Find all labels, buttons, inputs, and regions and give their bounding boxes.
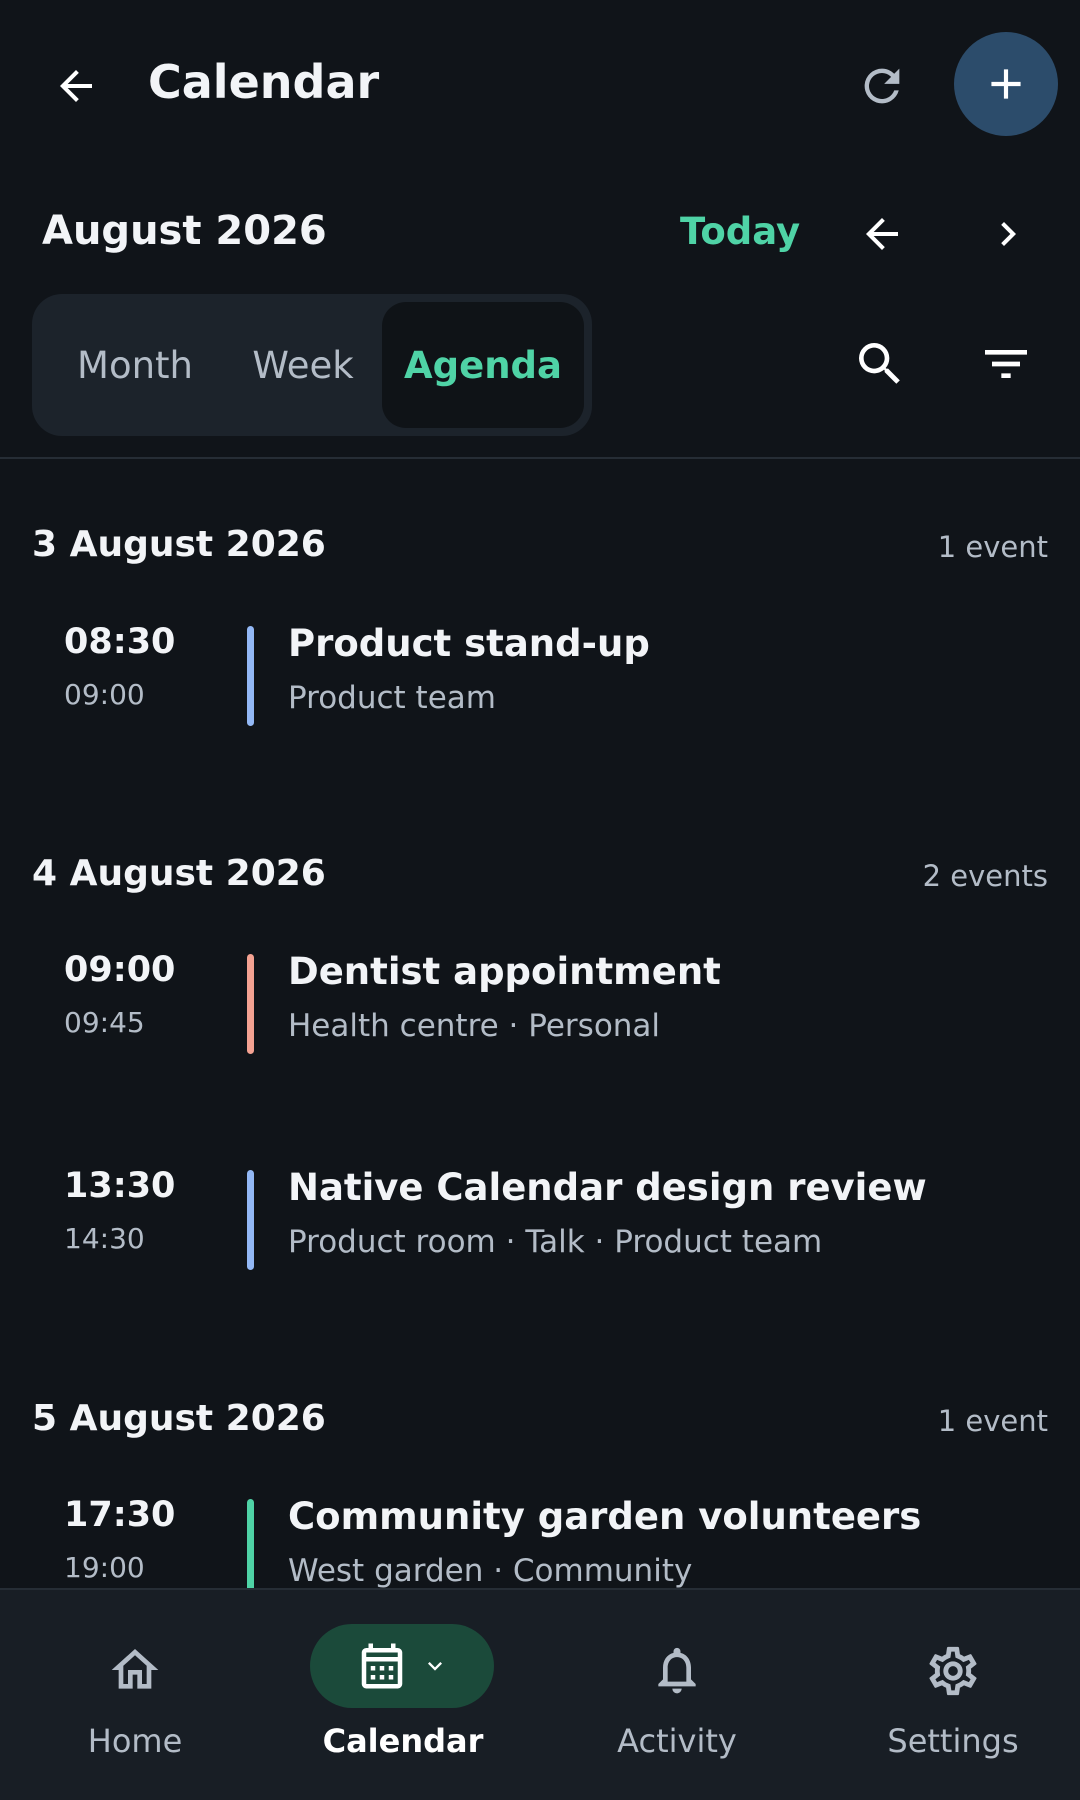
month-label: August 2026 — [42, 208, 327, 254]
event-item[interactable]: 09:00 09:45 Dentist appointment Health c… — [0, 950, 1080, 1060]
page-title: Calendar — [148, 55, 380, 109]
active-indicator — [310, 1624, 494, 1708]
filter-icon — [985, 350, 1027, 378]
day-event-count: 1 event — [937, 530, 1048, 564]
back-button[interactable] — [44, 54, 108, 118]
calendar-icon — [361, 1643, 403, 1689]
day-event-count: 2 events — [922, 859, 1048, 893]
event-start-time: 13:30 — [64, 1166, 176, 1206]
event-start-time: 17:30 — [64, 1495, 176, 1535]
event-item[interactable]: 13:30 14:30 Native Calendar design revie… — [0, 1166, 1080, 1276]
event-title: Native Calendar design review — [288, 1166, 927, 1209]
event-end-time: 19:00 — [64, 1551, 145, 1584]
event-item[interactable]: 08:30 09:00 Product stand-up Product tea… — [0, 622, 1080, 732]
nav-label: Activity — [617, 1722, 737, 1760]
nav-item-settings[interactable]: Settings — [818, 1590, 1080, 1800]
search-icon — [859, 343, 900, 384]
event-title: Product stand-up — [288, 622, 650, 665]
day-header: 3 August 2026 1 event — [32, 516, 1048, 576]
event-color-bar — [247, 626, 254, 726]
day-date: 5 August 2026 — [32, 1398, 326, 1439]
next-month-button[interactable] — [976, 202, 1040, 266]
view-option-agenda[interactable]: Agenda — [382, 302, 584, 428]
filter-button[interactable] — [974, 332, 1038, 396]
bottom-navigation: Home Calendar Activity Settings — [0, 1588, 1080, 1800]
arrow-left-icon — [866, 218, 898, 250]
day-header: 4 August 2026 2 events — [32, 845, 1048, 905]
nav-item-calendar[interactable]: Calendar — [268, 1590, 538, 1800]
view-switcher: Month Week Agenda — [32, 294, 592, 436]
day-event-count: 1 event — [937, 1404, 1048, 1438]
add-event-button[interactable] — [954, 32, 1058, 136]
top-app-bar: Calendar — [0, 0, 1080, 170]
event-color-bar — [247, 954, 254, 1054]
gear-icon — [929, 1646, 977, 1696]
event-subtitle: Product team — [288, 680, 496, 716]
day-header: 5 August 2026 1 event — [32, 1390, 1048, 1450]
event-title: Dentist appointment — [288, 950, 721, 993]
chevron-down-icon — [428, 1662, 442, 1671]
nav-item-home[interactable]: Home — [0, 1590, 270, 1800]
nav-label: Settings — [887, 1722, 1019, 1760]
month-navigation: August 2026 Today — [0, 200, 1080, 270]
today-button[interactable]: Today — [680, 210, 800, 253]
search-button[interactable] — [848, 332, 912, 396]
event-item[interactable]: 17:30 19:00 Community garden volunteers … — [0, 1495, 1080, 1588]
event-end-time: 14:30 — [64, 1222, 145, 1255]
bell-icon — [658, 1647, 696, 1694]
event-color-bar — [247, 1170, 254, 1270]
nav-label: Home — [87, 1722, 183, 1760]
event-subtitle: Health centre · Personal — [288, 1008, 661, 1044]
refresh-button[interactable] — [848, 52, 916, 120]
plus-icon — [991, 69, 1021, 99]
chevron-right-icon — [1001, 222, 1016, 246]
view-option-week[interactable]: Week — [232, 294, 374, 436]
event-end-time: 09:45 — [64, 1006, 145, 1039]
event-title: Community garden volunteers — [288, 1495, 922, 1538]
event-start-time: 09:00 — [64, 950, 176, 990]
divider — [0, 457, 1080, 459]
view-option-month[interactable]: Month — [58, 294, 212, 436]
home-icon — [111, 1649, 159, 1689]
previous-month-button[interactable] — [850, 202, 914, 266]
day-date: 4 August 2026 — [32, 853, 326, 894]
refresh-icon — [864, 68, 900, 104]
event-subtitle: Product room · Talk · Product team — [288, 1224, 823, 1260]
arrow-left-icon — [60, 70, 92, 102]
event-end-time: 09:00 — [64, 678, 145, 711]
event-start-time: 08:30 — [64, 622, 176, 662]
event-color-bar — [247, 1499, 254, 1588]
nav-label: Calendar — [322, 1722, 484, 1760]
agenda-list[interactable]: 3 August 2026 1 event 08:30 09:00 Produc… — [0, 460, 1080, 1588]
event-subtitle: West garden · Community — [288, 1553, 693, 1588]
nav-item-activity[interactable]: Activity — [542, 1590, 812, 1800]
day-date: 3 August 2026 — [32, 524, 326, 565]
